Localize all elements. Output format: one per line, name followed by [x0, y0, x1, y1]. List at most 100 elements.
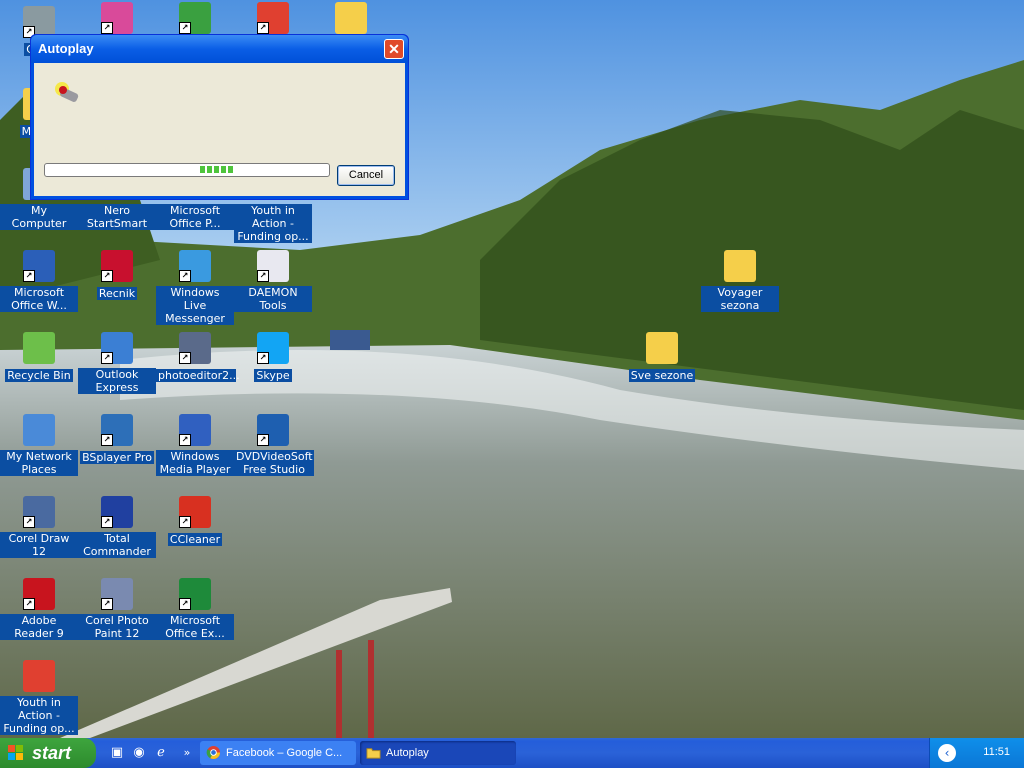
show-desktop-icon[interactable]: ▣ [108, 744, 126, 762]
close-button[interactable]: ✕ [384, 39, 404, 59]
desktop-icon-label: CCleaner [167, 533, 223, 546]
desktop-icon[interactable]: Recycle Bin [0, 332, 78, 383]
desktop-icon[interactable]: ↗ [78, 2, 156, 34]
desktop-icon-label: Skype [254, 369, 292, 382]
messenger-icon: ↗ [179, 250, 211, 282]
desktop-icon-label: Windows Live Messenger [156, 286, 234, 325]
desktop-icon[interactable]: ↗ Corel Draw 12 [0, 496, 78, 559]
autoplay-dialog: Autoplay ✕ Cancel [30, 34, 409, 200]
desktop-icon[interactable]: ↗ Outlook Express [78, 332, 156, 395]
folder-icon [366, 748, 381, 759]
media-player-quicklaunch-icon[interactable]: ◉ [130, 744, 148, 762]
progress-block [228, 166, 233, 173]
daemon-tools-icon: ↗ [257, 250, 289, 282]
shortcut-arrow-icon: ↗ [179, 22, 191, 34]
shortcut-arrow-icon: ↗ [179, 352, 191, 364]
shortcut-arrow-icon: ↗ [101, 270, 113, 282]
desktop-icon-label: Outlook Express [78, 368, 156, 394]
floppy-icon: ↗ [101, 496, 133, 528]
shortcut-arrow-icon: ↗ [179, 598, 191, 610]
shortcut-arrow-icon: ↗ [257, 352, 269, 364]
photo-paint-icon: ↗ [101, 578, 133, 610]
desktop-icon[interactable]: Sve sezone [623, 332, 701, 383]
clock[interactable]: 11:51 [983, 746, 1010, 758]
desktop-icon[interactable]: ↗ BSplayer Pro [78, 414, 156, 465]
utorrent-icon: ↗ [179, 2, 211, 34]
quicklaunch-more-icon[interactable]: » [178, 744, 196, 762]
desktop-icon[interactable]: ↗ DAEMON Tools [234, 250, 312, 313]
desktop-icon[interactable]: ↗ Adobe Reader 9 [0, 578, 78, 641]
desktop-icon[interactable]: ↗ [234, 2, 312, 34]
shortcut-arrow-icon: ↗ [101, 434, 113, 446]
shortcut-arrow-icon: ↗ [179, 270, 191, 282]
picasa-icon: ↗ [101, 2, 133, 34]
windows-logo-icon [8, 745, 24, 761]
progress-block [214, 166, 219, 173]
bsplayer-icon: ↗ [101, 414, 133, 446]
desktop-icon[interactable]: My Network Places [0, 414, 78, 477]
desktop-icon-label: Total Commander [78, 532, 156, 558]
desktop-icon-label: DVDVideoSoft Free Studio [234, 450, 314, 476]
desktop-icon[interactable]: ↗ CCleaner [156, 496, 234, 547]
desktop-icon[interactable]: ↗ Total Commander [78, 496, 156, 559]
desktop-icon[interactable]: ↗ Corel Photo Paint 12 [78, 578, 156, 641]
start-button[interactable]: start [0, 738, 96, 768]
shortcut-arrow-icon: ↗ [101, 22, 113, 34]
coreldraw-icon: ↗ [23, 496, 55, 528]
desktop-icon[interactable]: ↗ photoeditor2... [156, 332, 240, 383]
desktop-icon-label: Windows Media Player [156, 450, 234, 476]
task-button-chrome[interactable]: Facebook – Google C... [200, 741, 356, 765]
desktop-icon-label: BSplayer Pro [80, 451, 154, 464]
photo-editor-icon: ↗ [179, 332, 211, 364]
dialog-titlebar[interactable]: Autoplay ✕ [31, 35, 408, 63]
desktop-icon[interactable]: Voyager sezona [701, 250, 779, 313]
outlook-express-icon: ↗ [101, 332, 133, 364]
shortcut-arrow-icon: ↗ [179, 516, 191, 528]
folder-icon [646, 332, 678, 364]
desktop-icon[interactable]: ↗ Windows Live Messenger [156, 250, 234, 326]
desktop-icon[interactable] [312, 2, 390, 34]
desktop-icon[interactable]: ↗ Recnik [78, 250, 156, 301]
chrome-icon [206, 745, 221, 760]
chrome-icon [23, 660, 55, 692]
desktop-icon[interactable]: ↗ Microsoft Office Ex... [156, 578, 234, 641]
flag-uk-icon: ↗ [101, 250, 133, 282]
desktop-icon-label: photoeditor2... [156, 369, 240, 382]
folder-icon [335, 2, 367, 34]
start-label: start [32, 743, 72, 763]
media-player-icon: ↗ [179, 414, 211, 446]
task-label: Autoplay [386, 747, 429, 759]
desktop-icon-label: My Computer [0, 204, 78, 230]
desktop-icon[interactable]: ↗ Skype [234, 332, 312, 383]
dvdvideosoft-icon: ↗ [257, 414, 289, 446]
chrome-icon: ↗ [257, 2, 289, 34]
tray-expand-icon[interactable]: ‹ [938, 744, 956, 762]
desktop-icon[interactable]: ↗ [156, 2, 234, 34]
desktop-icon[interactable]: Youth in Action - Funding op... [0, 660, 78, 736]
progress-marquee [200, 166, 233, 173]
shortcut-arrow-icon: ↗ [23, 270, 35, 282]
desktop-icon-label: Microsoft Office W... [0, 286, 78, 312]
system-tray: ‹ 11:51 [929, 738, 1024, 768]
dialog-title: Autoplay [38, 41, 94, 56]
desktop-icon[interactable]: ↗ Windows Media Player [156, 414, 234, 477]
network-places-icon [23, 414, 55, 446]
desktop-icon-label: Sve sezone [628, 369, 696, 382]
desktop-icon-label: My Network Places [0, 450, 78, 476]
cancel-button[interactable]: Cancel [337, 165, 395, 186]
desktop-icon-label: DAEMON Tools [234, 286, 312, 312]
skype-icon: ↗ [257, 332, 289, 364]
desktop-icon[interactable]: ↗ DVDVideoSoft Free Studio [234, 414, 314, 477]
shortcut-arrow-icon: ↗ [23, 516, 35, 528]
shortcut-arrow-icon: ↗ [23, 598, 35, 610]
desktop-icon-label: Recnik [96, 287, 138, 300]
taskbar: start ▣ ◉ ℯ » Facebook – Google C... Aut… [0, 738, 1024, 768]
progress-bar [44, 163, 330, 177]
task-button-autoplay[interactable]: Autoplay [360, 741, 516, 765]
desktop-icon-label: Adobe Reader 9 [0, 614, 78, 640]
internet-explorer-icon[interactable]: ℯ [152, 744, 170, 762]
desktop-icon[interactable]: ↗ Microsoft Office W... [0, 250, 78, 313]
flashlight-icon [55, 82, 79, 102]
desktop-icon-label: Youth in Action - Funding op... [234, 204, 312, 243]
shortcut-arrow-icon: ↗ [257, 270, 269, 282]
